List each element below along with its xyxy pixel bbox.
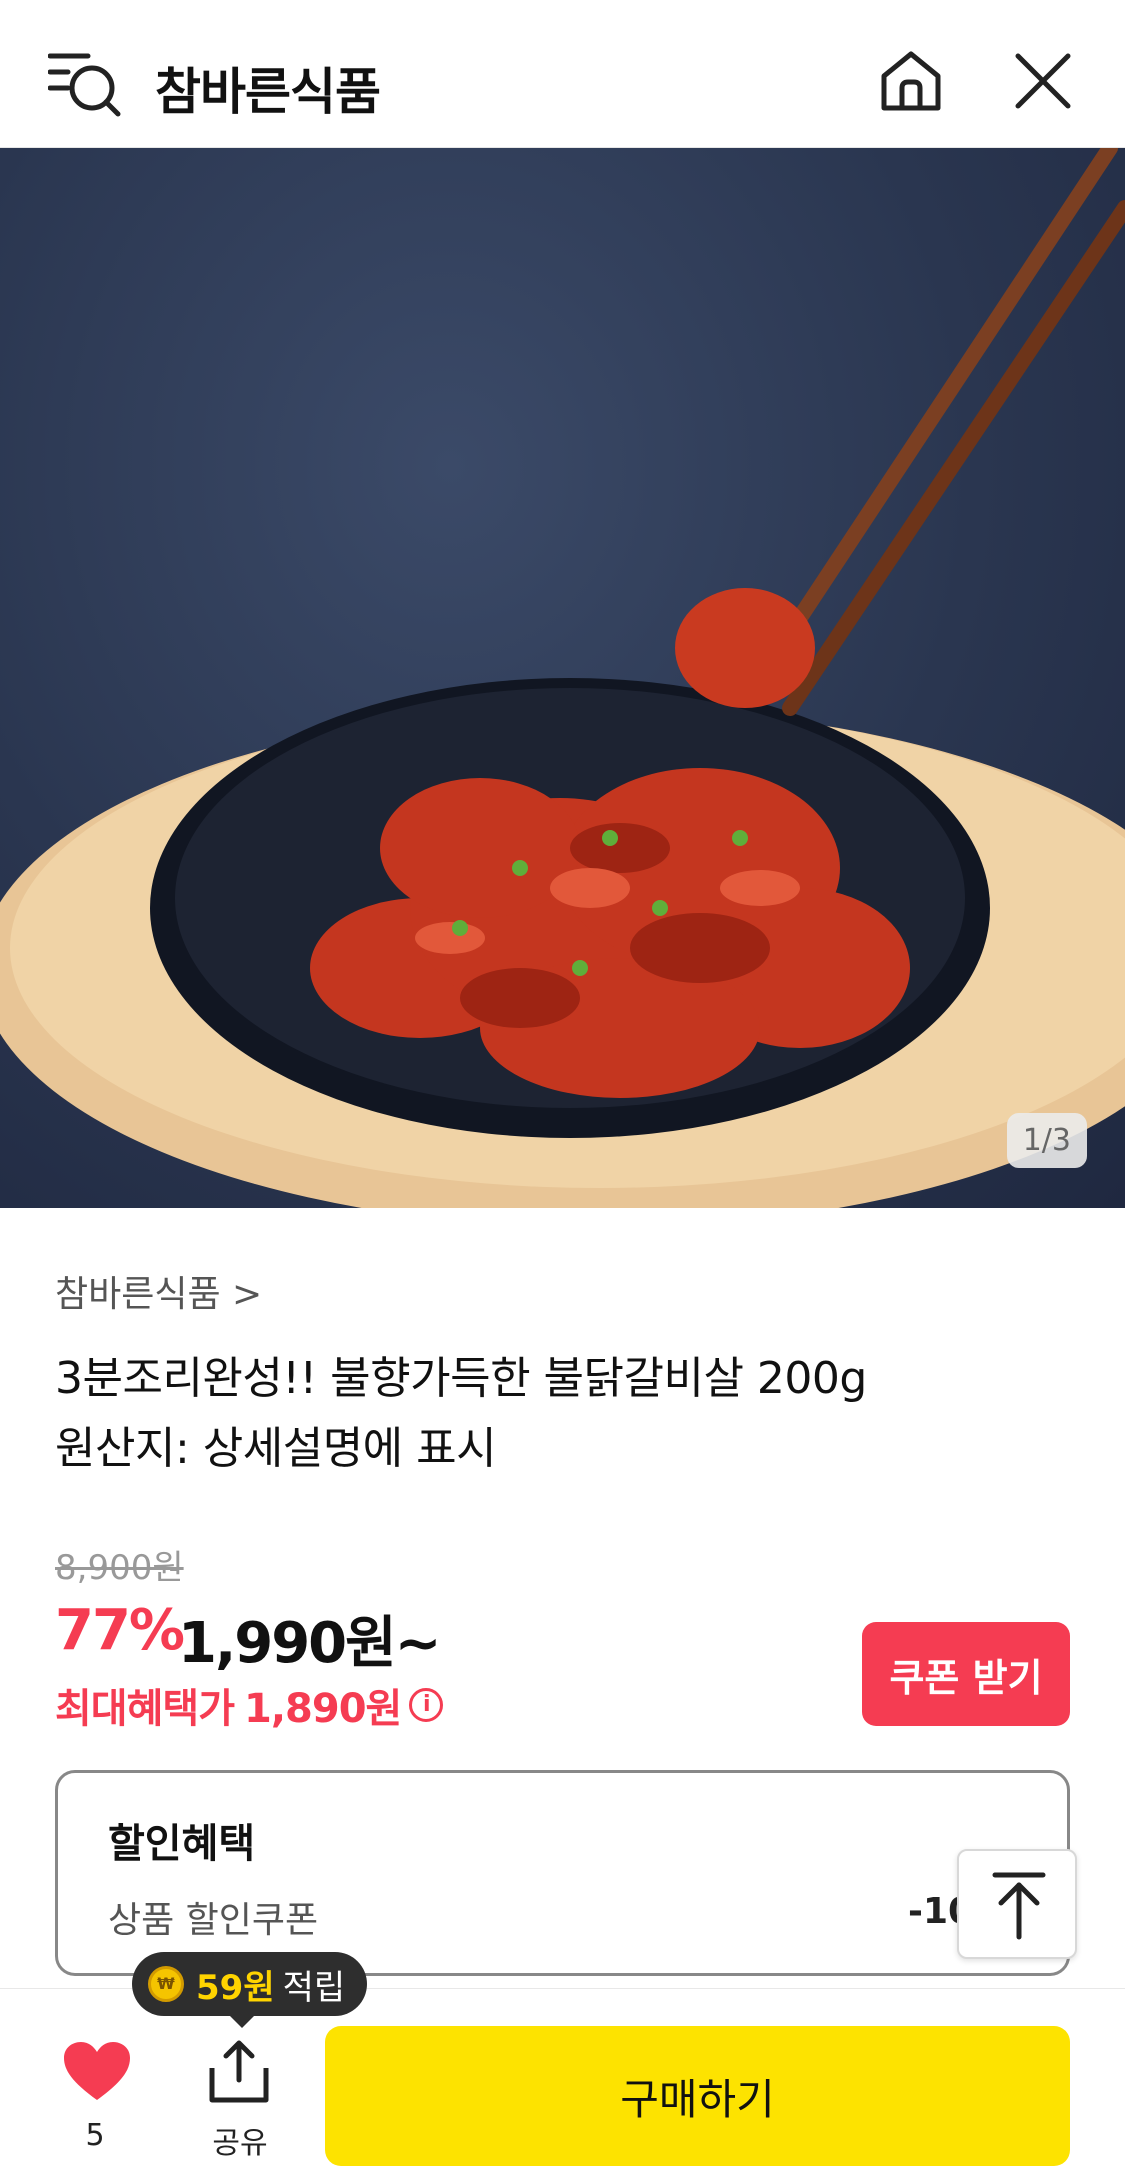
share-icon[interactable]	[208, 2038, 270, 2104]
seller-link[interactable]: 참바른식품 >	[55, 1265, 262, 1317]
close-icon[interactable]	[1012, 50, 1074, 112]
original-price: 8,900원	[55, 1548, 184, 1588]
sale-price: 1,990원~	[178, 1611, 442, 1676]
coupon-button[interactable]: 쿠폰 받기	[862, 1622, 1070, 1726]
home-icon[interactable]	[878, 48, 944, 114]
menu-search-icon[interactable]	[47, 50, 122, 118]
discount-benefit-box[interactable]: 할인혜택 상품 할인쿠폰 -10	[55, 1770, 1070, 1976]
share-label: 공유	[212, 2126, 268, 2161]
discount-row-label: 상품 할인쿠폰	[108, 1900, 319, 1941]
won-coin-icon: ₩	[148, 1966, 184, 2002]
discount-title: 할인혜택	[108, 1821, 256, 1867]
points-label: 적립	[282, 1967, 346, 2008]
arrow-up-icon	[992, 1872, 1046, 1940]
product-name-line1: 3분조리완성!! 불향가득한 불닭갈비살 200g	[55, 1353, 867, 1404]
header-title: 참바른식품	[155, 63, 381, 121]
scroll-top-button[interactable]	[957, 1849, 1077, 1959]
product-image[interactable]: 1/3	[0, 148, 1125, 1208]
buy-button[interactable]: 구매하기	[325, 2026, 1070, 2166]
points-tooltip: ₩ 59원 적립	[132, 1952, 368, 2016]
image-counter: 1/3	[1006, 1113, 1087, 1168]
product-name-line2: 원산지: 상세설명에 표시	[55, 1423, 497, 1474]
max-benefit-label: 최대혜택가	[55, 1686, 235, 1732]
food-photo	[0, 148, 1125, 1208]
like-count: 5	[85, 2118, 105, 2153]
discount-rate: 77%	[55, 1598, 185, 1663]
info-icon[interactable]: i	[409, 1688, 444, 1722]
heart-icon[interactable]	[62, 2040, 132, 2104]
max-benefit-price: 1,890원	[244, 1686, 402, 1732]
max-benefit: 최대혜택가 1,890원 i	[55, 1676, 444, 1734]
app-header: 참바른식품	[0, 0, 1125, 148]
tooltip-arrow	[228, 2014, 256, 2028]
points-amount: 59원	[196, 1967, 275, 2008]
